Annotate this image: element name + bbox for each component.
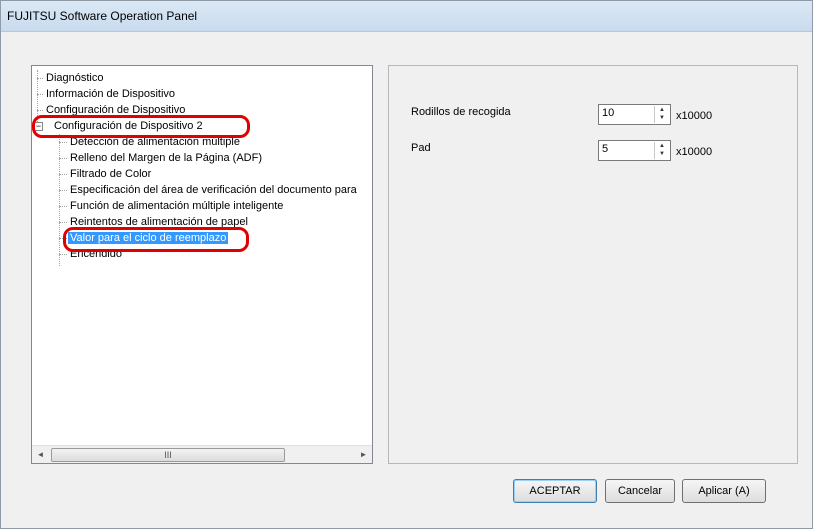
rodillos-label: Rodillos de recogida — [411, 106, 511, 118]
cancel-button[interactable]: Cancelar — [605, 479, 675, 503]
tree-line — [37, 78, 43, 79]
tree-content: Diagnóstico Información de Dispositivo C… — [32, 66, 372, 446]
tree-line — [59, 142, 67, 143]
rodillos-unit: x10000 — [676, 110, 713, 122]
tree-line — [59, 174, 67, 175]
tree-item-label: Configuración de Dispositivo — [46, 104, 186, 116]
tree-item-especificacion-area[interactable]: Especificación del área de verificación … — [68, 182, 359, 198]
title-bar[interactable]: FUJITSU Software Operation Panel — [1, 1, 812, 32]
spin-down-icon[interactable]: ▼ — [655, 150, 669, 158]
pad-label: Pad — [411, 142, 431, 154]
tree-line — [59, 238, 67, 239]
tree-item-label: Encendido — [70, 248, 122, 260]
scroll-right-icon[interactable]: ► — [355, 446, 372, 463]
tree-line — [37, 110, 43, 111]
pad-spinner[interactable]: 5 ▲ ▼ — [598, 140, 671, 161]
tree-item-label: Filtrado de Color — [70, 168, 152, 180]
horizontal-scrollbar[interactable]: ◄ III ► — [32, 445, 372, 463]
rodillos-value: 10 — [602, 107, 615, 119]
tree-item-label: Función de alimentación múltiple intelig… — [70, 200, 284, 212]
settings-tree[interactable]: Diagnóstico Información de Dispositivo C… — [31, 65, 373, 464]
tree-item-informacion-dispositivo[interactable]: Información de Dispositivo — [44, 86, 177, 102]
spin-up-icon[interactable]: ▲ — [655, 142, 669, 150]
tree-item-label: Valor para el ciclo de reemplazo — [68, 232, 229, 244]
tree-line — [59, 222, 67, 223]
spin-down-icon[interactable]: ▼ — [655, 114, 669, 122]
tree-line — [59, 158, 67, 159]
spin-up-icon[interactable]: ▲ — [655, 106, 669, 114]
tree-line — [37, 94, 43, 95]
tree-item-label: Detección de alimentación múltiple — [70, 136, 240, 148]
tree-item-filtrado-color[interactable]: Filtrado de Color — [68, 166, 153, 182]
collapse-icon[interactable]: − — [34, 122, 43, 131]
tree-item-label: Relleno del Margen de la Página (ADF) — [70, 152, 262, 164]
tree-line — [59, 254, 67, 255]
rodillos-spinner[interactable]: 10 ▲ ▼ — [598, 104, 671, 125]
tree-item-configuracion-dispositivo[interactable]: Configuración de Dispositivo — [44, 102, 187, 118]
tree-item-configuracion-dispositivo-2[interactable]: Configuración de Dispositivo 2 — [52, 118, 205, 134]
scroll-left-icon[interactable]: ◄ — [32, 446, 49, 463]
tree-item-relleno-margen[interactable]: Relleno del Margen de la Página (ADF) — [68, 150, 264, 166]
tree-item-valor-ciclo-reemplazo[interactable]: Valor para el ciclo de reemplazo — [68, 230, 229, 246]
pad-unit: x10000 — [676, 146, 713, 158]
settings-panel: Rodillos de recogida 10 ▲ ▼ x10000 Pad 5… — [388, 65, 798, 464]
scrollbar-thumb[interactable]: III — [51, 448, 285, 462]
tree-item-reintentos[interactable]: Reintentos de alimentación de papel — [68, 214, 250, 230]
tree-item-deteccion-alimentacion-multiple[interactable]: Detección de alimentación múltiple — [68, 134, 242, 150]
pad-value: 5 — [602, 143, 609, 155]
operation-panel-window: FUJITSU Software Operation Panel Diagnós… — [0, 0, 813, 529]
window-title: FUJITSU Software Operation Panel — [7, 9, 198, 23]
tree-item-label: Diagnóstico — [46, 72, 104, 84]
tree-item-encendido[interactable]: Encendido — [68, 246, 124, 262]
tree-line — [59, 134, 60, 266]
spinner-arrows: ▲ ▼ — [654, 142, 669, 159]
tree-item-label: Especificación del área de verificación … — [70, 184, 357, 196]
ok-button[interactable]: ACEPTAR — [513, 479, 597, 503]
tree-item-label: Información de Dispositivo — [46, 88, 176, 100]
tree-item-diagnostico[interactable]: Diagnóstico — [44, 70, 105, 86]
tree-item-alimentacion-inteligente[interactable]: Función de alimentación múltiple intelig… — [68, 198, 285, 214]
apply-button[interactable]: Aplicar (A) — [682, 479, 766, 503]
tree-item-label: Configuración de Dispositivo 2 — [54, 120, 203, 132]
tree-line — [59, 206, 67, 207]
tree-line — [59, 190, 67, 191]
spinner-arrows: ▲ ▼ — [654, 106, 669, 123]
tree-item-label: Reintentos de alimentación de papel — [70, 216, 248, 228]
